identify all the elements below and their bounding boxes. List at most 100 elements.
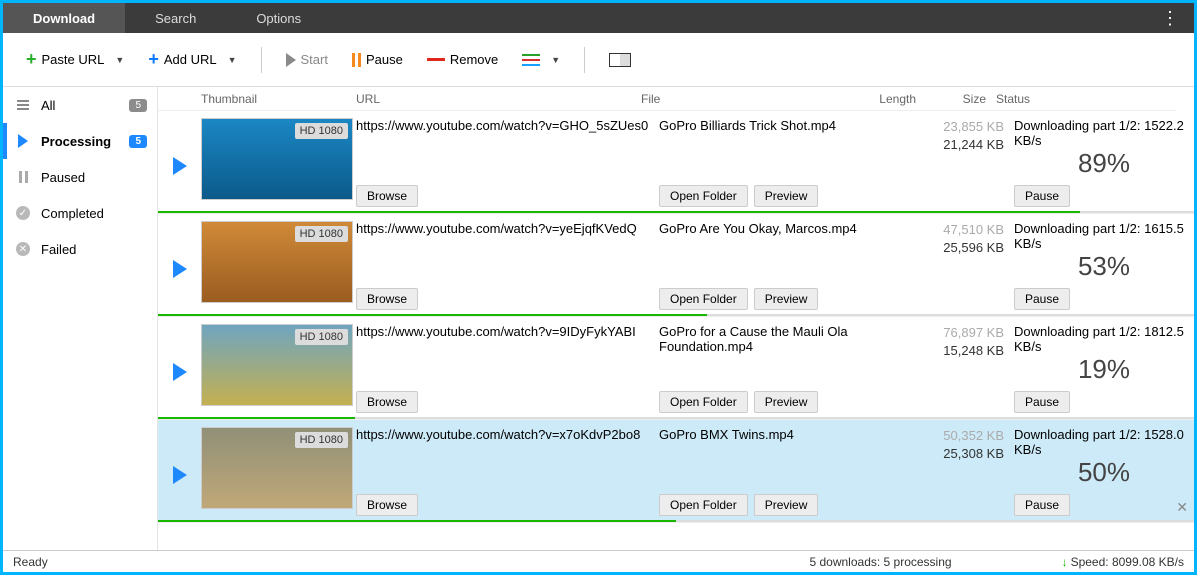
row-done-size: 21,244 KB xyxy=(934,136,1004,154)
row-play-icon[interactable] xyxy=(173,157,187,175)
download-arrow-icon: ↓ xyxy=(1062,555,1068,569)
row-done-size: 15,248 KB xyxy=(934,342,1004,360)
status-downloads: 5 downloads: 5 processing xyxy=(809,555,951,569)
sidebar-item-paused[interactable]: Paused xyxy=(3,159,157,195)
layout-button[interactable] xyxy=(601,49,639,71)
close-icon[interactable]: ✕ xyxy=(1176,499,1188,516)
preview-button[interactable]: Preview xyxy=(754,185,819,207)
row-status-text: Downloading part 1/2: 1522.2 KB/s xyxy=(1014,118,1194,148)
status-speed: Speed: 8099.08 KB/s xyxy=(1071,555,1184,569)
filter-button[interactable]: ▼ xyxy=(514,50,568,70)
plus-icon: + xyxy=(26,49,37,70)
table-header: Thumbnail URL File Length Size Status xyxy=(158,87,1176,111)
row-play-icon[interactable] xyxy=(173,363,187,381)
sidebar-item-processing[interactable]: Processing 5 xyxy=(3,123,157,159)
download-row[interactable]: HD 1080 https://www.youtube.com/watch?v=… xyxy=(158,214,1194,317)
thumbnail[interactable]: HD 1080 xyxy=(201,427,353,509)
thumbnail[interactable]: HD 1080 xyxy=(201,118,353,200)
quality-badge: HD 1080 xyxy=(295,123,348,139)
preview-button[interactable]: Preview xyxy=(754,391,819,413)
progress-bar xyxy=(158,417,1194,419)
play-icon xyxy=(18,134,28,148)
thumbnail[interactable]: HD 1080 xyxy=(201,221,353,303)
row-filename: GoPro for a Cause the Mauli Ola Foundati… xyxy=(659,324,873,354)
row-percent: 53% xyxy=(1014,251,1194,282)
row-percent: 50% xyxy=(1014,457,1194,488)
quality-badge: HD 1080 xyxy=(295,329,348,345)
open-folder-button[interactable]: Open Folder xyxy=(659,185,748,207)
row-url: https://www.youtube.com/watch?v=9IDyFykY… xyxy=(356,324,653,339)
open-folder-button[interactable]: Open Folder xyxy=(659,288,748,310)
row-url: https://www.youtube.com/watch?v=x7oKdvP2… xyxy=(356,427,653,442)
minus-icon xyxy=(427,58,445,61)
row-pause-button[interactable]: Pause xyxy=(1014,494,1070,516)
quality-badge: HD 1080 xyxy=(295,226,348,242)
row-filename: GoPro Billiards Trick Shot.mp4 xyxy=(659,118,873,133)
browse-button[interactable]: Browse xyxy=(356,391,418,413)
chevron-down-icon[interactable]: ▼ xyxy=(228,55,237,65)
open-folder-button[interactable]: Open Folder xyxy=(659,494,748,516)
top-tabs: Download Search Options ⋮ xyxy=(3,3,1194,33)
row-filename: GoPro BMX Twins.mp4 xyxy=(659,427,873,442)
row-done-size: 25,596 KB xyxy=(934,239,1004,257)
progress-bar xyxy=(158,520,1194,522)
sidebar-item-all[interactable]: All 5 xyxy=(3,87,157,123)
pause-icon xyxy=(352,53,361,67)
open-folder-button[interactable]: Open Folder xyxy=(659,391,748,413)
browse-button[interactable]: Browse xyxy=(356,185,418,207)
row-url: https://www.youtube.com/watch?v=yeEjqfKV… xyxy=(356,221,653,236)
layout-icon xyxy=(609,53,631,67)
check-icon: ✓ xyxy=(16,206,30,220)
chevron-down-icon: ▼ xyxy=(551,55,560,65)
col-size[interactable]: Size xyxy=(916,92,986,106)
pause-icon xyxy=(15,169,31,185)
col-url[interactable]: URL xyxy=(356,92,641,106)
row-pause-button[interactable]: Pause xyxy=(1014,288,1070,310)
x-icon: ✕ xyxy=(16,242,30,256)
tab-download[interactable]: Download xyxy=(3,3,125,33)
browse-button[interactable]: Browse xyxy=(356,494,418,516)
chevron-down-icon[interactable]: ▼ xyxy=(115,55,124,65)
row-filename: GoPro Are You Okay, Marcos.mp4 xyxy=(659,221,873,236)
row-percent: 19% xyxy=(1014,354,1194,385)
row-pause-button[interactable]: Pause xyxy=(1014,185,1070,207)
row-total-size: 47,510 KB xyxy=(934,221,1004,239)
remove-button[interactable]: Remove xyxy=(419,48,506,71)
tab-search[interactable]: Search xyxy=(125,3,226,33)
download-row[interactable]: HD 1080 https://www.youtube.com/watch?v=… xyxy=(158,111,1194,214)
row-status-text: Downloading part 1/2: 1615.5 KB/s xyxy=(1014,221,1194,251)
menu-dots-icon[interactable]: ⋮ xyxy=(1161,3,1180,33)
download-row[interactable]: HD 1080 https://www.youtube.com/watch?v=… xyxy=(158,420,1194,523)
thumbnail[interactable]: HD 1080 xyxy=(201,324,353,406)
download-list: HD 1080 https://www.youtube.com/watch?v=… xyxy=(158,111,1194,550)
sidebar-item-failed[interactable]: ✕ Failed xyxy=(3,231,157,267)
row-total-size: 76,897 KB xyxy=(934,324,1004,342)
row-status-text: Downloading part 1/2: 1528.0 KB/s xyxy=(1014,427,1194,457)
status-ready: Ready xyxy=(13,555,48,569)
row-pause-button[interactable]: Pause xyxy=(1014,391,1070,413)
paste-url-button[interactable]: +Paste URL▼ xyxy=(18,45,132,74)
row-done-size: 25,308 KB xyxy=(934,445,1004,463)
add-url-button[interactable]: +Add URL▼ xyxy=(140,45,244,74)
statusbar: Ready 5 downloads: 5 processing ↓ Speed:… xyxy=(3,550,1194,572)
start-button[interactable]: Start xyxy=(278,48,336,71)
col-thumbnail[interactable]: Thumbnail xyxy=(201,92,356,106)
pause-button[interactable]: Pause xyxy=(344,48,411,71)
sidebar: All 5 Processing 5 Paused ✓ Completed ✕ … xyxy=(3,87,158,550)
row-play-icon[interactable] xyxy=(173,466,187,484)
browse-button[interactable]: Browse xyxy=(356,288,418,310)
sidebar-item-completed[interactable]: ✓ Completed xyxy=(3,195,157,231)
preview-button[interactable]: Preview xyxy=(754,288,819,310)
preview-button[interactable]: Preview xyxy=(754,494,819,516)
list-icon xyxy=(15,97,31,113)
tab-options[interactable]: Options xyxy=(226,3,331,33)
col-status[interactable]: Status xyxy=(986,92,1176,106)
download-row[interactable]: HD 1080 https://www.youtube.com/watch?v=… xyxy=(158,317,1194,420)
col-length[interactable]: Length xyxy=(861,92,916,106)
play-icon xyxy=(286,53,296,67)
row-play-icon[interactable] xyxy=(173,260,187,278)
col-file[interactable]: File xyxy=(641,92,861,106)
count-badge: 5 xyxy=(129,99,147,112)
row-status-text: Downloading part 1/2: 1812.5 KB/s xyxy=(1014,324,1194,354)
toolbar: +Paste URL▼ +Add URL▼ Start Pause Remove… xyxy=(3,33,1194,87)
